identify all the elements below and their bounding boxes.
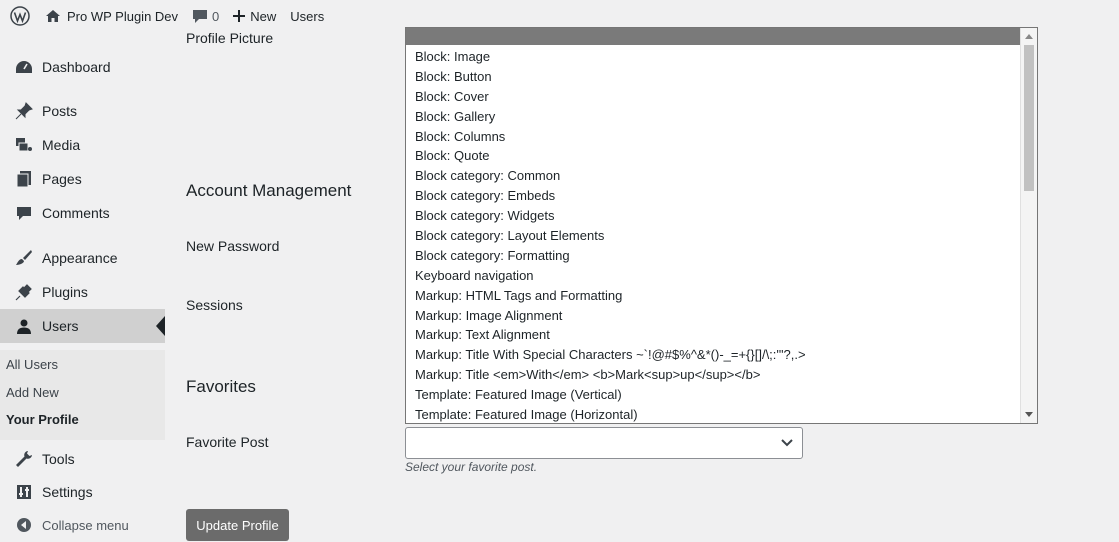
- wordpress-logo-icon[interactable]: [0, 0, 38, 32]
- sidebar-item-label: Comments: [42, 205, 110, 221]
- sidebar-item-comments[interactable]: Comments: [0, 196, 165, 230]
- scroll-down-arrow-icon[interactable]: [1025, 412, 1033, 417]
- plus-icon: [233, 10, 246, 22]
- sidebar-item-label: Tools: [42, 451, 75, 467]
- home-icon: [45, 9, 61, 23]
- comments-link[interactable]: 0: [185, 0, 226, 32]
- update-profile-button[interactable]: Update Profile: [186, 509, 289, 541]
- dropdown-option[interactable]: Block category: Widgets: [406, 206, 1021, 226]
- scroll-up-arrow-icon[interactable]: [1025, 34, 1033, 39]
- profile-picture-label: Profile Picture: [186, 30, 274, 46]
- sidebar-item-settings[interactable]: Settings: [0, 475, 165, 509]
- admin-sidebar: Dashboard Posts Media Pages Comments App…: [0, 32, 165, 542]
- wrench-icon: [12, 449, 36, 469]
- comment-icon: [192, 9, 208, 24]
- pages-icon: [12, 169, 36, 189]
- users-submenu: All Users Add New Your Profile: [0, 350, 165, 440]
- collapse-icon: [12, 515, 36, 535]
- sidebar-item-pages[interactable]: Pages: [0, 162, 165, 196]
- comment-icon: [12, 203, 36, 223]
- dropdown-option[interactable]: Block: Columns: [406, 127, 1021, 147]
- plug-icon: [12, 282, 36, 302]
- sidebar-item-label: Media: [42, 137, 81, 153]
- dropdown-option[interactable]: Block: Quote: [406, 146, 1021, 166]
- dropdown-option[interactable]: Block category: Embeds: [406, 186, 1021, 206]
- dropdown-option[interactable]: Keyboard navigation: [406, 266, 1021, 286]
- pin-icon: [12, 101, 36, 121]
- dropdown-option[interactable]: Markup: Title With Special Characters ~`…: [406, 345, 1021, 365]
- dropdown-option[interactable]: Block: Image: [406, 47, 1021, 67]
- sidebar-item-label: Posts: [42, 103, 78, 119]
- sidebar-item-media[interactable]: Media: [0, 128, 165, 162]
- sidebar-item-label: Settings: [42, 484, 93, 500]
- dropdown-option[interactable]: Block category: Common: [406, 166, 1021, 186]
- sidebar-item-dashboard[interactable]: Dashboard: [0, 50, 165, 84]
- dropdown-option[interactable]: Markup: Image Alignment: [406, 306, 1021, 326]
- new-content-link[interactable]: New: [226, 0, 283, 32]
- current-menu-arrow: [156, 316, 165, 336]
- users-label: Users: [290, 8, 325, 24]
- dropdown-option[interactable]: Block category: Layout Elements: [406, 226, 1021, 246]
- dropdown-option[interactable]: Markup: Text Alignment: [406, 325, 1021, 345]
- dropdown-options: Block: Image Block: Button Block: Cover Blo…: [406, 47, 1021, 423]
- sidebar-item-users[interactable]: Users: [0, 309, 165, 343]
- site-name-link[interactable]: Pro WP Plugin Dev: [38, 0, 185, 32]
- sidebar-item-appearance[interactable]: Appearance: [0, 241, 165, 275]
- dropdown-option[interactable]: Block category: Formatting: [406, 246, 1021, 266]
- settings-icon: [12, 482, 36, 502]
- new-password-label: New Password: [186, 238, 280, 254]
- account-management-heading: Account Management: [186, 181, 352, 200]
- favorite-post-dropdown-list[interactable]: Block: Image Block: Button Block: Cover Blo…: [405, 27, 1038, 424]
- media-icon: [12, 135, 36, 155]
- sidebar-item-plugins[interactable]: Plugins: [0, 275, 165, 309]
- favorite-post-label: Favorite Post: [186, 434, 269, 450]
- sidebar-item-label: Plugins: [42, 284, 88, 300]
- sidebar-item-label: Appearance: [42, 250, 118, 266]
- brush-icon: [12, 248, 36, 268]
- sidebar-item-posts[interactable]: Posts: [0, 94, 165, 128]
- dropdown-option[interactable]: Markup: Title <em>With</em> <b>Mark<sup>…: [406, 365, 1021, 385]
- dashboard-icon: [12, 57, 36, 77]
- sidebar-item-tools[interactable]: Tools: [0, 442, 165, 476]
- sidebar-item-label: Dashboard: [42, 59, 111, 75]
- new-label: New: [250, 8, 277, 24]
- submenu-item-your-profile[interactable]: Your Profile: [6, 412, 79, 427]
- users-link[interactable]: Users: [283, 0, 331, 32]
- sidebar-item-label: Users: [42, 318, 79, 334]
- favorites-heading: Favorites: [186, 377, 256, 396]
- favorite-post-select[interactable]: [405, 427, 803, 459]
- dropdown-option[interactable]: Template: Featured Image (Vertical): [406, 385, 1021, 405]
- favorite-post-description: Select your favorite post.: [405, 460, 538, 474]
- submenu-item-add-new[interactable]: Add New: [6, 385, 59, 400]
- dropdown-option[interactable]: Block: Gallery: [406, 107, 1021, 127]
- dropdown-option[interactable]: Markup: HTML Tags and Formatting: [406, 286, 1021, 306]
- dropdown-option[interactable]: Block: Cover: [406, 87, 1021, 107]
- collapse-menu-button[interactable]: Collapse menu: [0, 508, 165, 542]
- collapse-label: Collapse menu: [42, 517, 129, 533]
- sessions-label: Sessions: [186, 297, 243, 313]
- comments-count: 0: [212, 8, 220, 24]
- scrollbar-thumb[interactable]: [1024, 45, 1034, 191]
- dropdown-option[interactable]: Block: Button: [406, 67, 1021, 87]
- highlighted-empty-option[interactable]: [406, 28, 1021, 45]
- site-name: Pro WP Plugin Dev: [67, 8, 179, 24]
- sidebar-item-label: Pages: [42, 171, 82, 187]
- users-icon: [12, 316, 36, 336]
- chevron-down-icon: [780, 436, 794, 451]
- submenu-item-all-users[interactable]: All Users: [6, 357, 58, 372]
- dropdown-scrollbar[interactable]: [1020, 28, 1037, 423]
- dropdown-option[interactable]: Template: Featured Image (Horizontal): [406, 405, 1021, 423]
